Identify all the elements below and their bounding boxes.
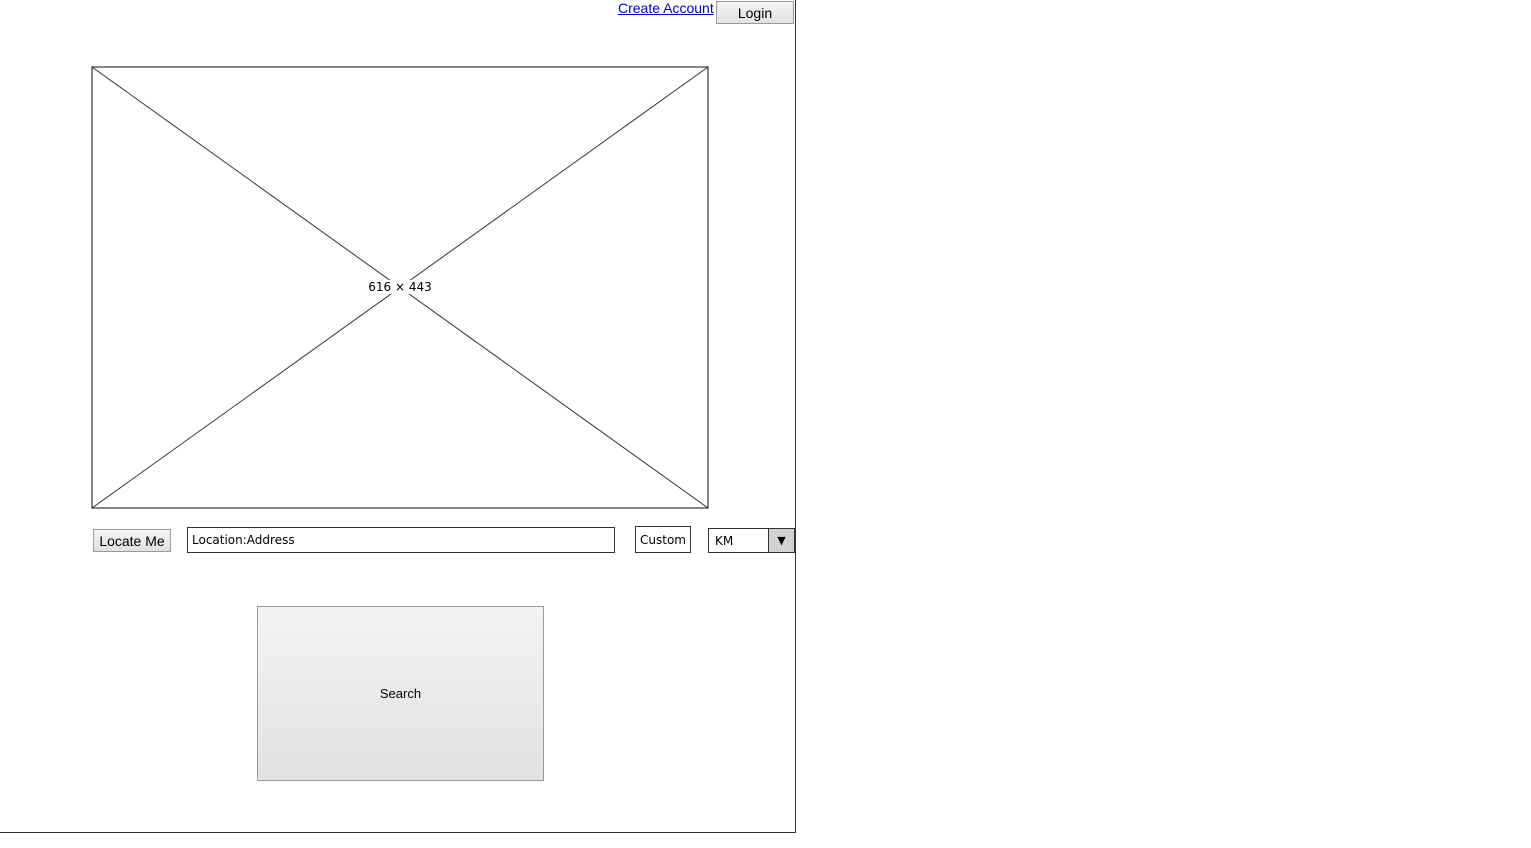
unit-select[interactable]: KM ▼ bbox=[708, 528, 795, 553]
location-input[interactable]: Location:Address bbox=[187, 527, 615, 553]
create-account-link[interactable]: Create Account bbox=[618, 0, 714, 16]
image-size-caption: 616 × 443 bbox=[366, 280, 434, 294]
image-placeholder: 616 × 443 bbox=[91, 66, 709, 509]
unit-select-value: KM bbox=[715, 534, 734, 548]
chevron-down-icon[interactable]: ▼ bbox=[768, 529, 794, 552]
search-button[interactable]: Search bbox=[257, 606, 544, 781]
custom-distance-input[interactable]: Custom bbox=[635, 526, 691, 553]
login-button[interactable]: Login bbox=[716, 1, 794, 24]
locate-me-button[interactable]: Locate Me bbox=[93, 529, 171, 552]
wireframe-page: Create Account Login 616 × 443 Locate Me… bbox=[0, 0, 796, 833]
